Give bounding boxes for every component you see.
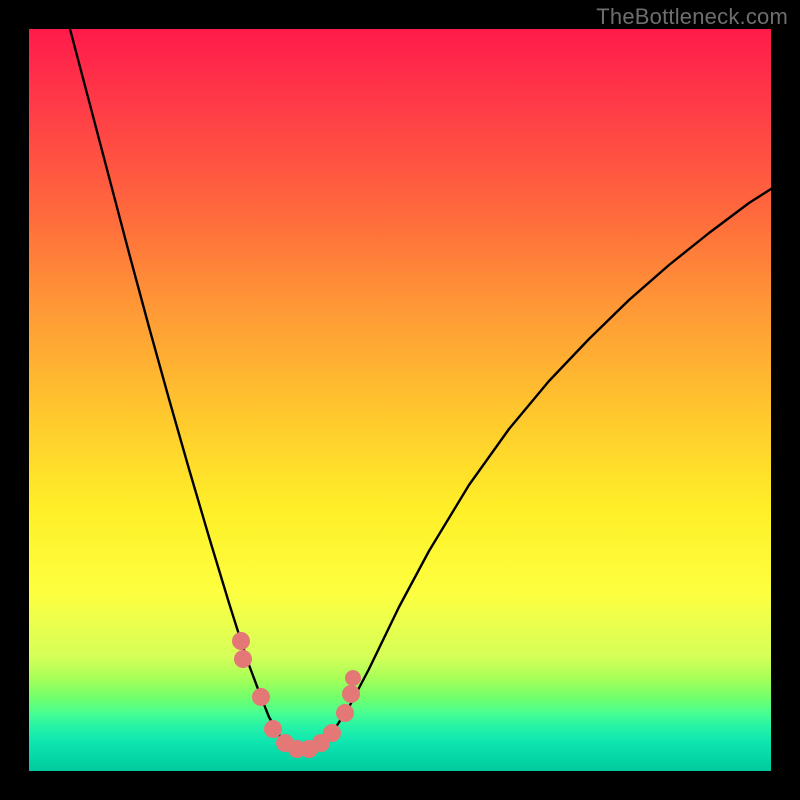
watermark-text: TheBottleneck.com [596, 4, 788, 30]
curve-marker [234, 650, 252, 668]
curve-marker [342, 685, 360, 703]
curve-marker [252, 688, 270, 706]
curve-marker [232, 632, 250, 650]
chart-plot-area [29, 29, 771, 771]
curve-marker [345, 670, 361, 686]
curve-marker [336, 704, 354, 722]
curve-svg [29, 29, 771, 771]
bottleneck-curve [70, 29, 771, 749]
curve-marker [323, 724, 341, 742]
curve-marker [264, 720, 282, 738]
curve-markers [232, 632, 361, 758]
